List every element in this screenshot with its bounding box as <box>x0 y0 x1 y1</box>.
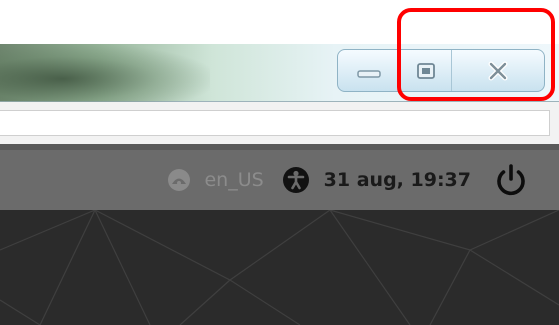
window-controls <box>337 49 545 92</box>
accessibility-icon <box>282 167 309 193</box>
close-button[interactable] <box>452 50 544 91</box>
maximize-icon <box>416 62 435 79</box>
minimize-button[interactable] <box>338 50 401 91</box>
screenshot-stage: en_US 31 aug, 19:37 <box>0 0 559 325</box>
login-background <box>0 210 559 325</box>
power-icon <box>497 164 525 196</box>
maximize-button[interactable] <box>400 50 453 91</box>
minimize-icon <box>356 69 381 78</box>
titlebar-background-image <box>0 44 210 102</box>
accessibility-indicator[interactable] <box>282 166 310 194</box>
network-indicator[interactable] <box>166 167 192 193</box>
system-tray: en_US 31 aug, 19:37 <box>166 150 529 210</box>
close-icon <box>488 61 508 80</box>
datetime-display[interactable]: 31 aug, 19:37 <box>324 169 471 191</box>
top-blank-area <box>0 0 559 44</box>
address-bar[interactable] <box>0 110 550 136</box>
polygon-pattern <box>0 210 559 325</box>
power-button[interactable] <box>493 162 529 198</box>
language-indicator[interactable]: en_US <box>204 169 263 191</box>
network-icon <box>168 169 191 191</box>
